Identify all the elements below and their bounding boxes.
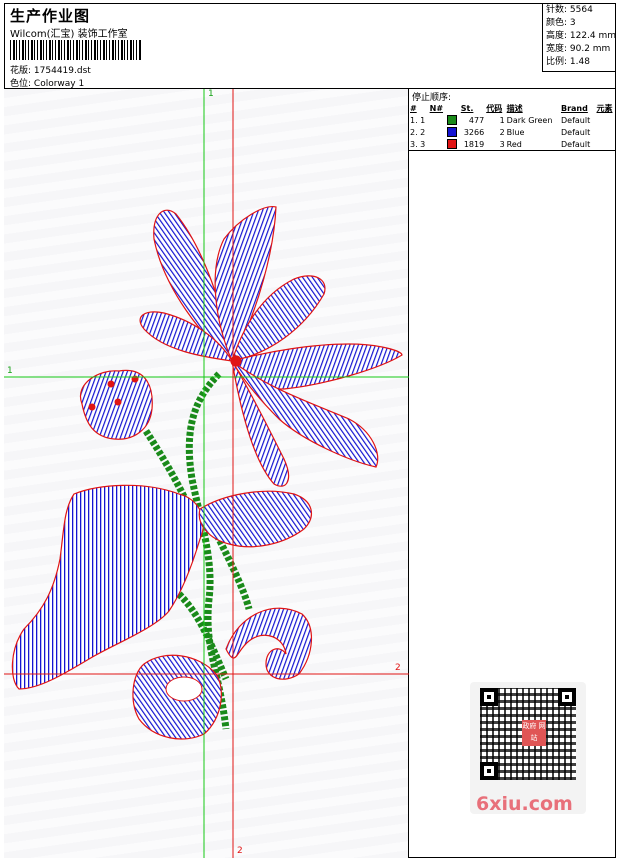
row-desc: Red bbox=[505, 138, 560, 151]
col-element: 元素 bbox=[596, 103, 613, 113]
col-swatch bbox=[446, 102, 460, 114]
bottom-bud bbox=[132, 654, 222, 740]
col-code: 代码 bbox=[486, 103, 503, 113]
col-brand: Brand bbox=[560, 103, 588, 113]
qr-pattern: 政府 网站 bbox=[480, 688, 576, 780]
curl-leaf-right bbox=[225, 607, 313, 680]
stitch-count: 针数: 5564 bbox=[546, 5, 593, 15]
header: 生产作业图 Wilcom(汇宝) 装饰工作室 花版: 1754419.dst 色… bbox=[4, 3, 616, 89]
pattern-label: 花版: bbox=[10, 66, 32, 76]
main-flower bbox=[139, 206, 403, 487]
row-code: 1 bbox=[499, 115, 505, 125]
qr-finder bbox=[480, 762, 498, 780]
guide-label-v1: 1 bbox=[208, 89, 214, 99]
right-leaf bbox=[198, 490, 312, 548]
stop-sequence-table: # N# St. 代码 描述 Brand 元素 1. 1 477 1 Dark … bbox=[409, 102, 616, 151]
row-code: 2 bbox=[499, 127, 505, 137]
watermark: 6xiu.com bbox=[476, 793, 573, 815]
guide-label-h1: 1 bbox=[7, 366, 13, 376]
design-scale: 比例: 1.48 bbox=[546, 57, 590, 67]
row-desc: Dark Green bbox=[506, 115, 553, 125]
row-brand: Default bbox=[560, 127, 591, 137]
stats-box: 针数: 5564 颜色: 3 高度: 122.4 mm 宽度: 90.2 mm … bbox=[542, 3, 616, 72]
row-num: 1. 1 bbox=[410, 115, 426, 125]
table-row: 1. 1 477 1 Dark Green Default bbox=[409, 114, 616, 126]
guide-label-h2: 2 bbox=[395, 663, 401, 673]
stop-sequence-title: 停止顺序: bbox=[412, 93, 452, 103]
row-num: 3. 3 bbox=[409, 138, 429, 151]
barcode bbox=[10, 40, 142, 60]
row-stitches: 3266 bbox=[463, 127, 485, 137]
left-bud bbox=[79, 369, 153, 440]
guide-lines bbox=[4, 89, 409, 858]
qr-finder bbox=[480, 688, 498, 706]
col-num: # bbox=[410, 103, 417, 113]
design-canvas: 1 1 2 2 bbox=[4, 89, 409, 858]
col-needle: N# bbox=[429, 103, 444, 113]
pattern-value: 1754419.dst bbox=[33, 66, 91, 76]
row-stitches: 477 bbox=[468, 115, 485, 125]
guide-label-v2: 2 bbox=[237, 846, 243, 856]
qr-finder bbox=[558, 688, 576, 706]
row-num: 2. 2 bbox=[410, 127, 426, 137]
color-swatch bbox=[447, 127, 458, 137]
design-height: 高度: 122.4 mm bbox=[546, 31, 617, 41]
row-brand: Default bbox=[560, 115, 591, 125]
colorway-value: Colorway 1 bbox=[33, 79, 85, 89]
colorway-line: 色位: Colorway 1 bbox=[10, 76, 84, 89]
table-row: 3. 3 1819 3 Red Default bbox=[409, 138, 616, 151]
table-header-row: # N# St. 代码 描述 Brand 元素 bbox=[409, 102, 616, 114]
color-swatch bbox=[447, 139, 458, 149]
row-code: 3 bbox=[485, 138, 506, 151]
pattern-line: 花版: 1754419.dst bbox=[10, 63, 91, 76]
company-name: Wilcom(汇宝) 装饰工作室 bbox=[10, 29, 128, 40]
row-brand: Default bbox=[559, 138, 596, 151]
color-swatch bbox=[447, 115, 458, 125]
row-desc: Blue bbox=[506, 127, 525, 137]
design-width: 宽度: 90.2 mm bbox=[546, 44, 611, 54]
col-desc: 描述 bbox=[506, 103, 523, 113]
color-count: 颜色: 3 bbox=[546, 18, 576, 28]
row-stitches: 1819 bbox=[459, 138, 486, 151]
col-stitches: St. bbox=[460, 103, 474, 113]
table-row: 2. 2 3266 2 Blue Default bbox=[409, 126, 616, 138]
embroidery-preview bbox=[4, 89, 409, 858]
colorway-label: 色位: bbox=[10, 79, 32, 89]
page-title: 生产作业图 bbox=[10, 7, 91, 25]
qr-badge: 政府 网站 bbox=[522, 720, 546, 746]
